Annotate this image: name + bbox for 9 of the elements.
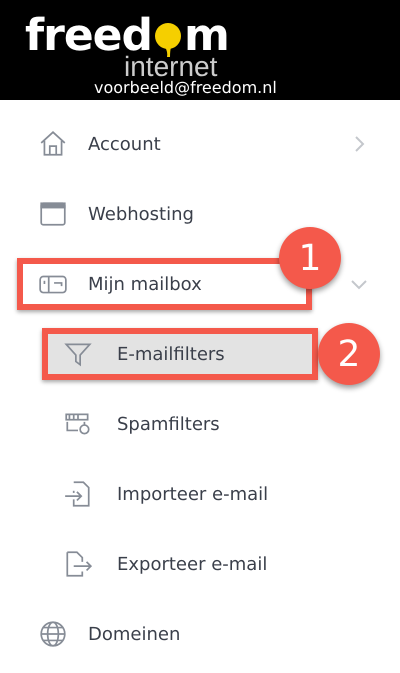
step-number-badge: 1	[279, 227, 341, 289]
globe-icon	[38, 619, 68, 649]
menu-item[interactable]: Importeer e-mail	[42, 468, 370, 520]
menu-item[interactable]: Domeinen	[17, 608, 312, 660]
step-number-badge: 2	[318, 323, 380, 385]
menu-item[interactable]: Account	[17, 118, 312, 170]
menu-item[interactable]: Spamfilters	[42, 398, 370, 450]
menu-item[interactable]: Exporteer e-mail	[42, 538, 370, 590]
menu-item[interactable]: E-mailfilters	[42, 328, 318, 380]
